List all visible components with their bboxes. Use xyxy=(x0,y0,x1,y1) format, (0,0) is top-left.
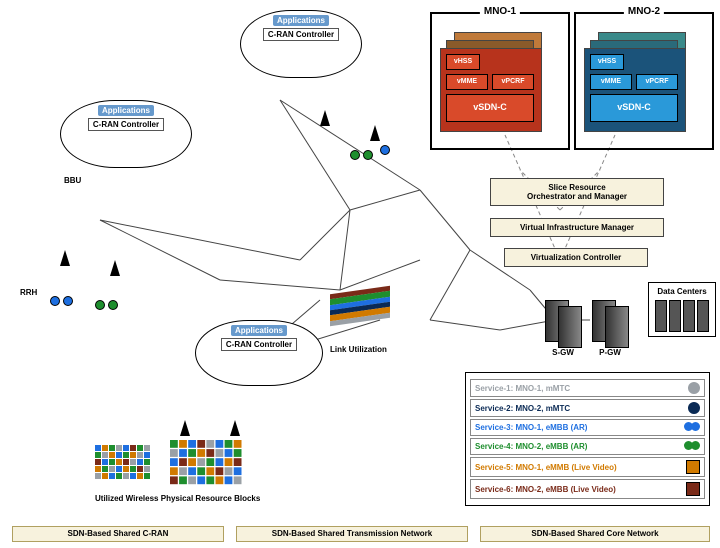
ue-icon xyxy=(95,300,105,310)
mno2-vsdn: vSDN-C xyxy=(590,94,678,122)
ue-icon xyxy=(363,150,373,160)
cloud-top-ctrl: C-RAN Controller xyxy=(263,28,339,41)
legend-row: Service-6: MNO-2, eMBB (Live Video) xyxy=(470,479,705,499)
mno2-vpcrf: vPCRF xyxy=(636,74,678,90)
pgw-label: P-GW xyxy=(590,348,630,357)
cloud-bottom-ctrl: C-RAN Controller xyxy=(221,338,297,351)
legend-row: Service-2: MNO-2, mMTC xyxy=(470,399,705,417)
vc-box: Virtualization Controller xyxy=(504,248,648,267)
legend-row: Service-3: MNO-1, eMBB (AR) xyxy=(470,419,705,436)
cloud-bottom: Applications C-RAN Controller xyxy=(195,320,323,386)
cube-orange-icon xyxy=(686,460,700,474)
data-center-box: Data Centers xyxy=(648,282,716,337)
rrh-tower-icon xyxy=(110,260,120,276)
ue-icon xyxy=(380,145,390,155)
mno-2-title: MNO-2 xyxy=(624,6,664,17)
sgw-icon xyxy=(558,306,582,348)
link-utilization-block xyxy=(330,286,390,326)
ue-icon xyxy=(50,296,60,306)
tree-gray-icon xyxy=(688,382,700,394)
service-legend: Service-1: MNO-1, mMTC Service-2: MNO-2,… xyxy=(465,372,710,506)
sdn-trans-bar: SDN-Based Shared Transmission Network xyxy=(236,526,468,542)
dots-green-icon xyxy=(684,441,700,452)
sdn-core-bar: SDN-Based Shared Core Network xyxy=(480,526,710,542)
dots-blue-icon xyxy=(684,422,700,433)
prb-grid xyxy=(95,445,150,479)
vim-box: Virtual Infrastructure Manager xyxy=(490,218,664,237)
sgw-label: S-GW xyxy=(543,348,583,357)
mno1-vmme: vMME xyxy=(446,74,488,90)
rrh-tower-icon xyxy=(230,420,240,436)
dc-label: Data Centers xyxy=(657,287,706,296)
mno-1-title: MNO-1 xyxy=(480,6,520,17)
rrh-tower-icon xyxy=(180,420,190,436)
rrh-tower-icon xyxy=(320,110,330,126)
link-util-label: Link Utilization xyxy=(330,345,387,354)
legend-row: Service-1: MNO-1, mMTC xyxy=(470,379,705,397)
ue-icon xyxy=(108,300,118,310)
sdn-cran-bar: SDN-Based Shared C-RAN xyxy=(12,526,224,542)
cloud-bottom-apps: Applications xyxy=(231,325,287,336)
mno1-vpcrf: vPCRF xyxy=(492,74,534,90)
cube-brown-icon xyxy=(686,482,700,496)
rrh-label: RRH xyxy=(20,288,37,297)
legend-row: Service-5: MNO-1, eMMB (Live Video) xyxy=(470,457,705,477)
mno2-vmme: vMME xyxy=(590,74,632,90)
cloud-top-apps: Applications xyxy=(273,15,329,26)
ue-icon xyxy=(63,296,73,306)
legend-row: Service-4: MNO-2, eMBB (AR) xyxy=(470,438,705,455)
cloud-left-apps: Applications xyxy=(98,105,154,116)
cloud-left-ctrl: C-RAN Controller xyxy=(88,118,164,131)
cloud-top: Applications C-RAN Controller xyxy=(240,10,362,78)
prb-label: Utilized Wireless Physical Resource Bloc… xyxy=(95,494,295,503)
bbu-label: BBU xyxy=(64,176,81,185)
mno1-vhss: vHSS xyxy=(446,54,480,70)
ue-icon xyxy=(350,150,360,160)
prb-grid xyxy=(170,440,242,484)
slice-orchestrator-box: Slice Resource Orchestrator and Manager xyxy=(490,178,664,206)
rrh-tower-icon xyxy=(60,250,70,266)
mno2-vhss: vHSS xyxy=(590,54,624,70)
pgw-icon xyxy=(605,306,629,348)
tree-dark-icon xyxy=(688,402,700,414)
mno1-vsdn: vSDN-C xyxy=(446,94,534,122)
mno-1-box: MNO-1 vHSS vMME vPCRF vSDN-C xyxy=(430,12,570,150)
mno-2-box: MNO-2 vHSS vMME vPCRF vSDN-C xyxy=(574,12,714,150)
rrh-tower-icon xyxy=(370,125,380,141)
cloud-left: Applications C-RAN Controller xyxy=(60,100,192,168)
